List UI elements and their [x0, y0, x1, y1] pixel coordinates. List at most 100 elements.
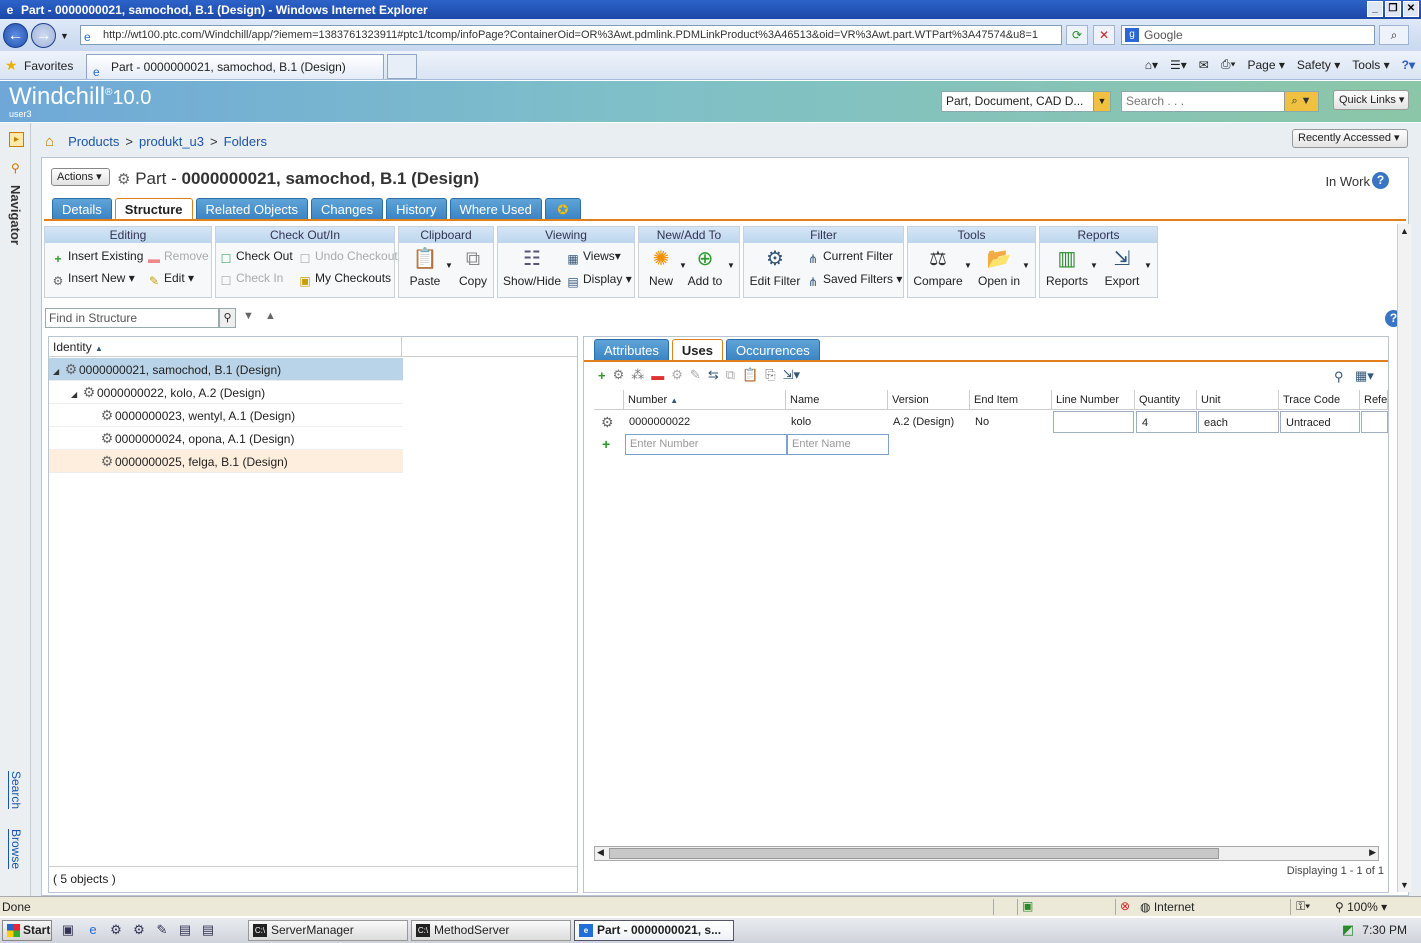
saved-filters-button[interactable]: ⋔ Saved Filters ▾	[806, 272, 902, 289]
gears-icon[interactable]: ⚙	[108, 922, 124, 938]
col-name[interactable]: Name	[786, 390, 888, 410]
add-tab-icon[interactable]: ✪	[544, 198, 581, 219]
search-link[interactable]: Search	[9, 771, 23, 809]
remove-icon[interactable]: ▬	[651, 368, 664, 383]
current-filter-button[interactable]: ⋔ Current Filter	[806, 249, 893, 266]
add-row-icon[interactable]: +	[602, 436, 610, 452]
history-dropdown-icon[interactable]: ▼	[60, 31, 69, 41]
quantity-input[interactable]: 4	[1136, 411, 1197, 433]
tree-row[interactable]: ⚙ 0000000024, opona, A.1 (Design)	[49, 427, 403, 450]
current-user[interactable]: user3	[9, 109, 32, 119]
address-bar[interactable]: e http://wt100.ptc.com/Windchill/app/?ie…	[80, 25, 1062, 45]
collapse-triangle-icon[interactable]: ◢	[71, 383, 81, 406]
breadcrumb-folders[interactable]: Folders	[224, 134, 267, 149]
search-glass-icon[interactable]: ⚲	[11, 161, 20, 175]
views-button[interactable]: ▦ Views▾	[566, 249, 621, 266]
favorites-star-icon[interactable]: ★	[5, 57, 18, 74]
insert-new-button[interactable]: ⚙ Insert New ▾	[51, 271, 135, 288]
collapse-icon[interactable]: ▲	[265, 310, 276, 322]
show-hide-button[interactable]: ☷ Show/Hide	[502, 247, 562, 288]
page-menu[interactable]: Page ▾	[1247, 58, 1284, 72]
replace-icon[interactable]: ⁂	[631, 367, 644, 383]
edit-filter-button[interactable]: ⚙ Edit Filter	[748, 247, 802, 288]
breadcrumb-products[interactable]: Products	[68, 134, 119, 149]
copy-icon[interactable]: ⧉	[726, 367, 735, 383]
col-line-number[interactable]: Line Number	[1052, 390, 1135, 410]
tab-history[interactable]: History	[386, 198, 447, 219]
browser-tab[interactable]: e Part - 0000000021, samochod, B.1 (Desi…	[86, 54, 384, 79]
windchill-search-input[interactable]: Search . . . ⌕ ▼	[1121, 91, 1319, 112]
edit-attributes-icon[interactable]: ✎	[690, 367, 701, 383]
stop-icon[interactable]: ✕	[1093, 25, 1115, 45]
col-end-item[interactable]: End Item	[970, 390, 1052, 410]
paste-special-icon[interactable]: ⎘	[765, 367, 775, 383]
breadcrumb-product[interactable]: produkt_u3	[139, 134, 204, 149]
remove-button[interactable]: ▬ Remove	[147, 249, 209, 266]
tray-icon[interactable]: ◩	[1340, 922, 1356, 938]
display-button[interactable]: ▤ Display ▾	[566, 272, 631, 289]
edit-gear-icon[interactable]: ⚙	[671, 367, 683, 383]
new-tab-button[interactable]	[387, 54, 417, 79]
quick-links-button[interactable]: Quick Links ▾	[1333, 90, 1409, 110]
paste-dropdown-icon[interactable]: ▼	[445, 261, 453, 270]
actions-button[interactable]: Actions ▾	[51, 168, 110, 186]
feeds-icon[interactable]: ☰▾	[1170, 58, 1187, 72]
horizontal-scrollbar[interactable]: ◀ ▶	[594, 846, 1379, 861]
export-list-icon[interactable]: ⇲▾	[783, 367, 800, 383]
tree-row[interactable]: ◢ ⚙ 0000000021, samochod, B.1 (Design)	[49, 358, 403, 381]
export-dropdown-icon[interactable]: ▼	[1144, 261, 1152, 270]
console2-icon[interactable]: ▤	[200, 922, 216, 938]
tree-row[interactable]: ⚙ 0000000023, wentyl, A.1 (Design)	[49, 404, 403, 427]
tab-changes[interactable]: Changes	[311, 198, 384, 219]
reports-dropdown-icon[interactable]: ▼	[1090, 261, 1098, 270]
home-icon[interactable]: ⌂	[45, 133, 54, 150]
move-icon[interactable]: ⇆	[708, 367, 719, 383]
unit-select[interactable]: each	[1198, 411, 1279, 433]
open-in-dropdown-icon[interactable]: ▼	[1022, 261, 1030, 270]
paste-icon[interactable]: 📋	[742, 367, 758, 383]
home-icon[interactable]: ⌂▾	[1145, 58, 1158, 72]
tree-row[interactable]: ⚙ 0000000025, felga, B.1 (Design)	[49, 450, 403, 473]
edit-button[interactable]: ✎ Edit ▾	[147, 271, 194, 288]
col-unit[interactable]: Unit	[1197, 390, 1279, 410]
col-version[interactable]: Version	[888, 390, 970, 410]
show-desktop-icon[interactable]: ▣	[60, 922, 76, 938]
compare-button[interactable]: ⚖ Compare	[912, 247, 964, 288]
search-type-select[interactable]: Part, Document, CAD D... ▼	[941, 91, 1111, 112]
reference-input[interactable]	[1361, 411, 1388, 433]
add-to-dropdown-icon[interactable]: ▼	[727, 261, 735, 270]
my-checkouts-button[interactable]: ▣ My Checkouts	[298, 271, 391, 288]
ie-icon[interactable]: e	[85, 922, 101, 938]
enter-name-input[interactable]: Enter Name	[787, 434, 889, 455]
compare-dropdown-icon[interactable]: ▼	[964, 261, 972, 270]
vertical-scrollbar[interactable]: ▲ ▼	[1397, 224, 1411, 892]
search-icon[interactable]: ⌕ ▼	[1284, 92, 1318, 111]
tab-occurrences[interactable]: Occurrences	[726, 339, 820, 360]
task-ie[interactable]: e Part - 0000000021, s...	[574, 920, 734, 941]
help-icon[interactable]: ?	[1372, 172, 1389, 189]
navigator-label[interactable]: Navigator	[8, 185, 23, 245]
export-button[interactable]: ⇲ Export	[1100, 247, 1144, 288]
insert-existing-icon[interactable]: +	[598, 368, 606, 383]
line-number-input[interactable]	[1053, 411, 1134, 433]
protected-mode-icon[interactable]: ⚿▾	[1296, 899, 1310, 914]
copy-button[interactable]: ⧉ Copy	[455, 247, 491, 288]
binoculars-icon[interactable]: ⚲	[219, 308, 236, 328]
undo-checkout-button[interactable]: ☐ Undo Checkout	[298, 249, 398, 266]
back-button[interactable]: ←	[3, 23, 28, 48]
help-icon[interactable]: ?▾	[1402, 58, 1415, 72]
tree-row[interactable]: ◢ ⚙ 0000000022, kolo, A.2 (Design)	[49, 381, 403, 404]
columns-icon[interactable]: ▦▾	[1355, 368, 1374, 384]
find-in-structure-input[interactable]: Find in Structure	[45, 308, 219, 328]
refresh-icon[interactable]: ⟳	[1066, 25, 1088, 45]
console-icon[interactable]: ▤	[177, 922, 193, 938]
start-button[interactable]: Start	[2, 920, 52, 941]
reports-button[interactable]: ▥ Reports	[1044, 247, 1090, 288]
expand-navigator-icon[interactable]: ▸	[9, 132, 24, 147]
col-reference[interactable]: Refe	[1360, 390, 1388, 410]
new-button[interactable]: ✺ New	[643, 247, 679, 288]
task-methodserver[interactable]: C:\ MethodServer	[411, 920, 571, 941]
windchill-logo[interactable]: Windchill®10.0	[9, 83, 151, 111]
identity-column-header[interactable]: Identity ▲	[53, 340, 103, 354]
forward-button[interactable]: →	[31, 23, 56, 48]
